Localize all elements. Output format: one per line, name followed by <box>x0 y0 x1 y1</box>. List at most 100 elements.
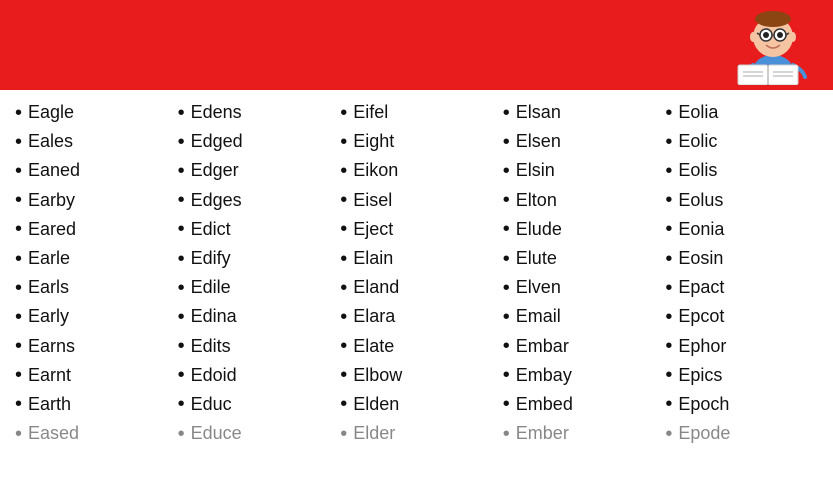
word-label: Eifel <box>353 100 388 125</box>
bullet-point: • <box>340 336 347 356</box>
list-item: •Embay <box>503 361 656 390</box>
word-label: Eonia <box>678 217 724 242</box>
bullet-point: • <box>15 424 22 444</box>
word-label: Eased <box>28 421 79 446</box>
word-label: Ember <box>516 421 569 446</box>
list-item: • Ember <box>503 419 656 448</box>
header <box>0 0 833 90</box>
word-label: Eaned <box>28 158 80 183</box>
word-label: Educ <box>191 392 232 417</box>
word-label: Embar <box>516 334 569 359</box>
list-item: •Edile <box>178 273 331 302</box>
list-item: • Earls <box>15 273 168 302</box>
word-label: Embed <box>516 392 573 417</box>
word-label: Eolis <box>678 158 717 183</box>
list-item: •Edens <box>178 98 331 127</box>
bullet-point: • <box>15 336 22 356</box>
word-label: Eales <box>28 129 73 154</box>
list-item: •Elden <box>340 390 493 419</box>
list-item: •Earnt <box>15 361 168 390</box>
column-1: •Eagle•Eales•Eaned•Earby•Eared•Earle•Ear… <box>10 98 173 492</box>
list-item: • Eased <box>15 419 168 448</box>
word-label: Elute <box>516 246 557 271</box>
word-label: Eight <box>353 129 394 154</box>
column-5: •Eolia•Eolic•Eolis•Eolus•Eonia•Eosin•Epa… <box>660 98 823 492</box>
bullet-point: • <box>665 161 672 181</box>
bullet-point: • <box>503 365 510 385</box>
word-label: Epode <box>678 421 730 446</box>
bullet-point: • <box>503 336 510 356</box>
list-item: •Edges <box>178 186 331 215</box>
list-item: • Embar <box>503 332 656 361</box>
bullet-point: • <box>340 278 347 298</box>
list-item: • Eales <box>15 127 168 156</box>
word-label: Elven <box>516 275 561 300</box>
bullet-point: • <box>665 132 672 152</box>
word-label: Eland <box>353 275 399 300</box>
word-label: Eagle <box>28 100 74 125</box>
word-label: Edits <box>191 334 231 359</box>
word-label: Epoch <box>678 392 729 417</box>
word-label: Email <box>516 304 561 329</box>
word-label: Earls <box>28 275 69 300</box>
list-item: •Eisel <box>340 186 493 215</box>
list-item: • Elven <box>503 273 656 302</box>
list-item: •Elder <box>340 419 493 448</box>
word-label: Edify <box>191 246 231 271</box>
bullet-point: • <box>503 307 510 327</box>
list-item: •Elain <box>340 244 493 273</box>
bullet-point: • <box>178 132 185 152</box>
list-item: •Elton <box>503 186 656 215</box>
column-2: •Edens•Edged•Edger•Edges•Edict•Edify•Edi… <box>173 98 336 492</box>
word-label: Elara <box>353 304 395 329</box>
bullet-point: • <box>178 278 185 298</box>
bullet-point: • <box>15 132 22 152</box>
bullet-point: • <box>15 365 22 385</box>
bullet-point: • <box>15 307 22 327</box>
mascot <box>733 5 813 85</box>
bullet-point: • <box>340 307 347 327</box>
bullet-point: • <box>503 190 510 210</box>
bullet-point: • <box>665 219 672 239</box>
list-item: •Elude <box>503 215 656 244</box>
bullet-point: • <box>503 394 510 414</box>
word-label: Elden <box>353 392 399 417</box>
bullet-point: • <box>15 103 22 123</box>
bullet-point: • <box>503 161 510 181</box>
word-label: Epcot <box>678 304 724 329</box>
list-item: •Eject <box>340 215 493 244</box>
list-item: •Eosin <box>665 244 818 273</box>
word-label: Elain <box>353 246 393 271</box>
list-item: • Eland <box>340 273 493 302</box>
bullet-point: • <box>15 278 22 298</box>
bullet-point: • <box>178 249 185 269</box>
bullet-point: • <box>340 161 347 181</box>
list-item: • Eonia <box>665 215 818 244</box>
list-item: •Earby <box>15 186 168 215</box>
bullet-point: • <box>503 424 510 444</box>
list-item: •Edict <box>178 215 331 244</box>
bullet-point: • <box>503 219 510 239</box>
word-label: Elsin <box>516 158 555 183</box>
list-item: • Eagle <box>15 98 168 127</box>
bullet-point: • <box>665 307 672 327</box>
bullet-point: • <box>503 249 510 269</box>
list-item: •Epics <box>665 361 818 390</box>
word-label: Eject <box>353 217 393 242</box>
content-area: •Eagle•Eales•Eaned•Earby•Eared•Earle•Ear… <box>0 90 833 500</box>
word-label: Elsan <box>516 100 561 125</box>
list-item: •Educe <box>178 419 331 448</box>
bullet-point: • <box>503 278 510 298</box>
list-item: • Eolis <box>665 156 818 185</box>
list-item: •Earth <box>15 390 168 419</box>
list-item: •Elsan <box>503 98 656 127</box>
bullet-point: • <box>178 424 185 444</box>
bullet-point: • <box>665 394 672 414</box>
list-item: •Edits <box>178 332 331 361</box>
bullet-point: • <box>340 103 347 123</box>
word-label: Eosin <box>678 246 723 271</box>
word-label: Earth <box>28 392 71 417</box>
word-label: Edens <box>191 100 242 125</box>
bullet-point: • <box>340 424 347 444</box>
list-item: • Elute <box>503 244 656 273</box>
